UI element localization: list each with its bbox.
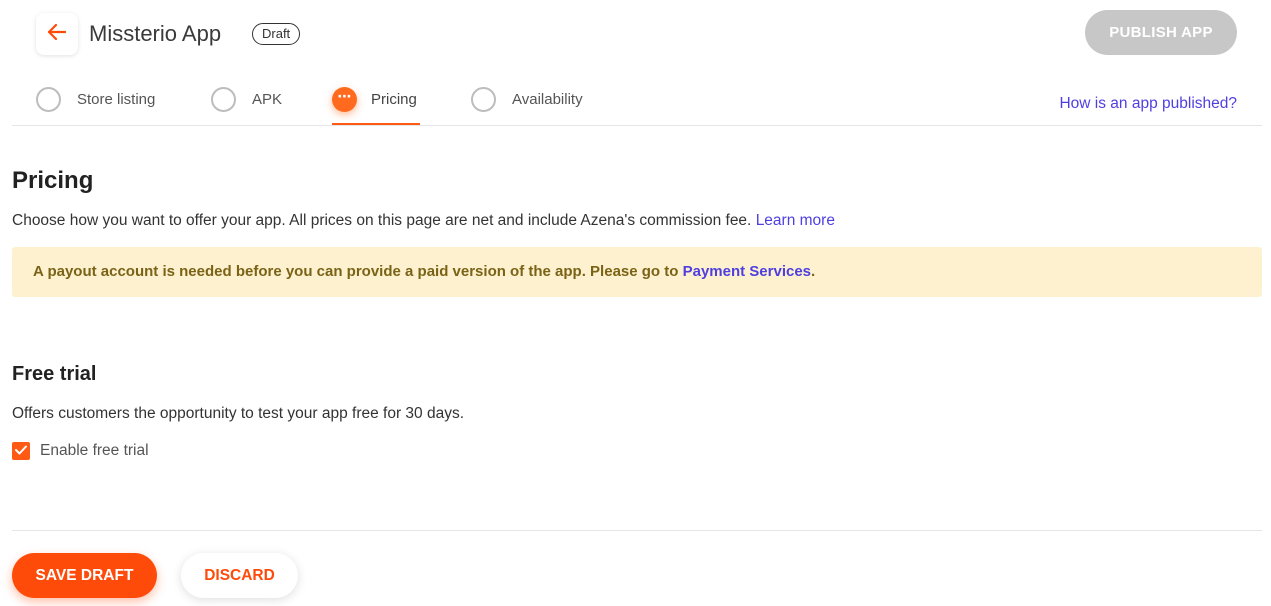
back-button[interactable]: [36, 13, 78, 55]
pricing-description: Choose how you want to offer your app. A…: [12, 212, 835, 230]
notice-end: .: [811, 263, 816, 280]
step-status-icon: [211, 87, 236, 112]
notice-text: A payout account is needed before you ca…: [33, 263, 679, 280]
arrow-left-icon: [47, 23, 67, 45]
app-title: Missterio App: [89, 21, 222, 46]
free-trial-title: Free trial: [12, 363, 97, 385]
pricing-description-text: Choose how you want to offer your app. A…: [12, 212, 752, 229]
payment-services-link[interactable]: Payment Services: [683, 263, 811, 280]
enable-free-trial-label[interactable]: Enable free trial: [40, 442, 149, 460]
step-status-icon: [471, 87, 496, 112]
enable-free-trial-row: Enable free trial: [12, 442, 149, 460]
free-trial-description: Offers customers the opportunity to test…: [12, 405, 465, 422]
status-badge: Draft: [252, 23, 301, 45]
more-dots-icon: ⋯: [332, 87, 357, 112]
publish-app-button[interactable]: PUBLISH APP: [1085, 10, 1237, 55]
how-published-link[interactable]: How is an app published?: [1059, 95, 1237, 113]
learn-more-link[interactable]: Learn more: [756, 212, 835, 229]
payout-notice: A payout account is needed before you ca…: [12, 247, 1262, 297]
step-label: Availability: [512, 91, 583, 108]
step-status-icon: [36, 87, 61, 112]
step-label: APK: [252, 91, 283, 108]
discard-button[interactable]: DISCARD: [181, 553, 298, 598]
checkmark-icon: [15, 442, 27, 460]
page-title: Pricing: [12, 167, 94, 194]
save-draft-button[interactable]: SAVE DRAFT: [12, 553, 157, 598]
divider: [12, 530, 1262, 531]
step-label: Pricing: [371, 91, 417, 108]
divider: [12, 125, 1262, 126]
step-label: Store listing: [77, 91, 156, 108]
enable-free-trial-checkbox[interactable]: [12, 442, 30, 460]
